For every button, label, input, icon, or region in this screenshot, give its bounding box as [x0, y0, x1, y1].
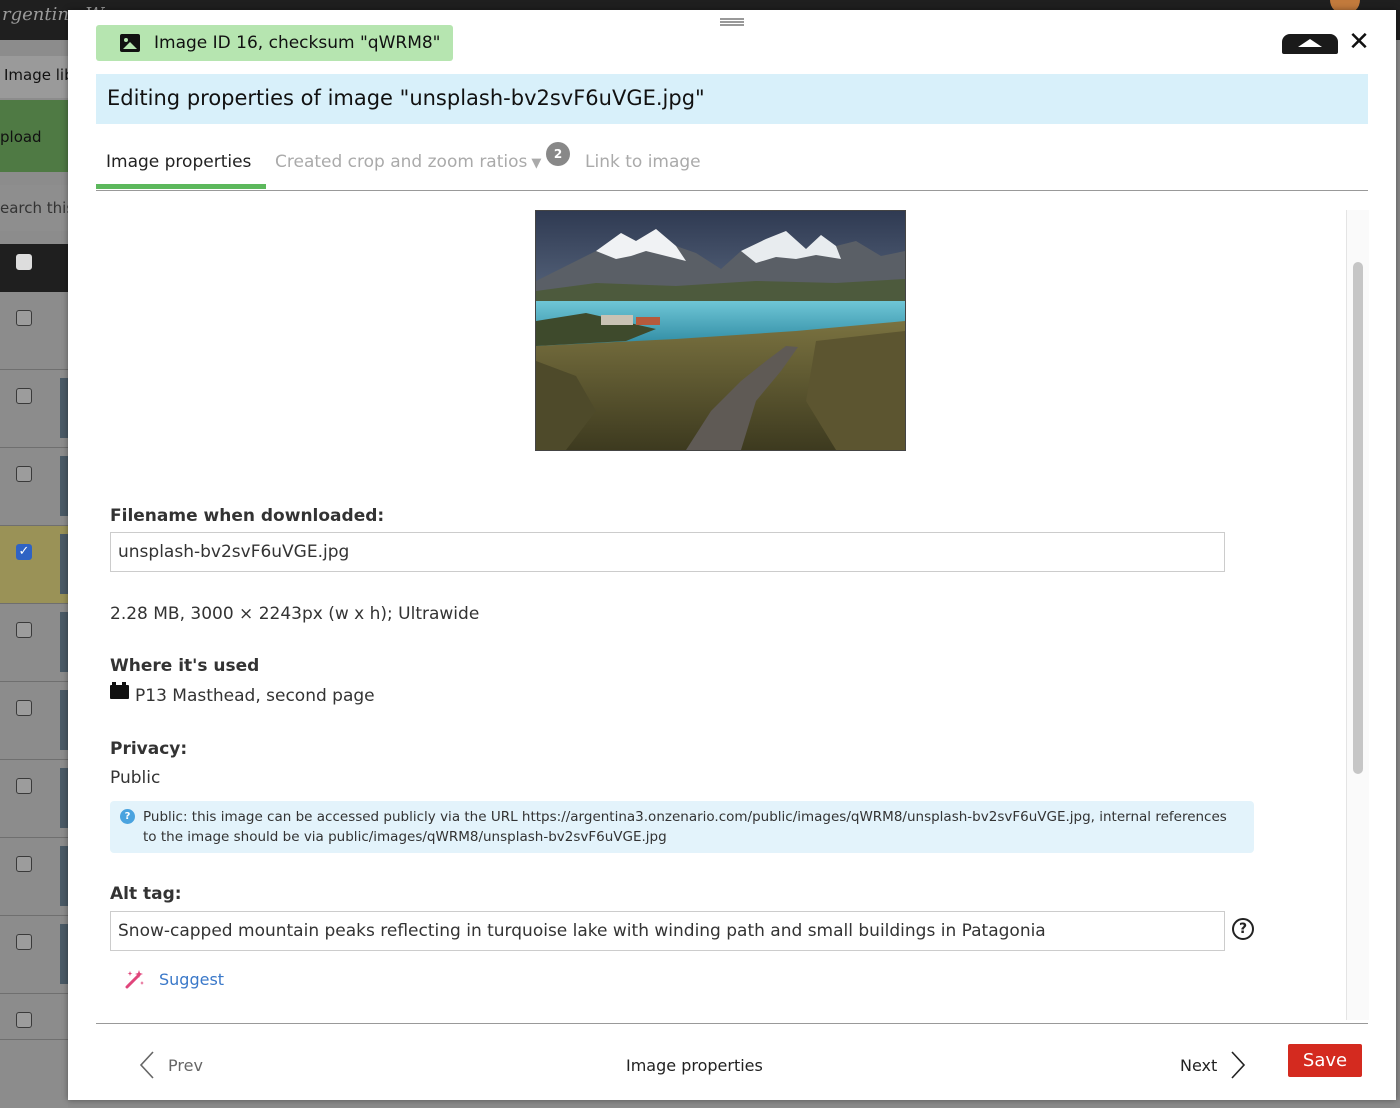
background-library-tab[interactable]: Image lib [0, 56, 68, 98]
privacy-label: Privacy: [110, 739, 188, 759]
film-icon [110, 682, 129, 699]
close-icon[interactable]: ✕ [1348, 28, 1370, 56]
privacy-value: Public [110, 768, 161, 788]
select-all-checkbox[interactable] [16, 254, 32, 270]
table-row[interactable] [0, 448, 68, 526]
caret-down-icon: ▼ [531, 156, 542, 171]
active-tab-indicator [96, 184, 266, 189]
usage-label: Where it's used [110, 656, 260, 676]
row-thumbnail [60, 846, 68, 906]
alt-tag-label: Alt tag: [110, 884, 182, 904]
tab-image-properties[interactable]: Image properties [106, 152, 251, 172]
row-checkbox[interactable] [16, 934, 32, 950]
background-table-header [0, 244, 68, 292]
table-row[interactable] [0, 292, 68, 370]
row-thumbnail [60, 612, 68, 672]
table-row[interactable] [0, 994, 68, 1040]
collapse-dialog-button[interactable] [1282, 34, 1338, 54]
dialog-footer: Prev Image properties Next Save [96, 1023, 1368, 1101]
crop-count-badge: 2 [546, 142, 570, 166]
tab-crop-label: Created crop and zoom ratios [275, 152, 528, 172]
drag-handle-icon[interactable] [720, 18, 744, 26]
row-thumbnail [60, 456, 68, 516]
image-id-text: Image ID 16, checksum "qWRM8" [154, 33, 441, 53]
footer-title: Image properties [626, 1056, 763, 1075]
next-button[interactable]: Next [1180, 1050, 1247, 1080]
table-row[interactable] [0, 838, 68, 916]
alt-tag-field[interactable]: Snow-capped mountain peaks reflecting in… [110, 911, 1225, 951]
help-icon[interactable]: ? [1232, 918, 1254, 940]
row-thumbnail [60, 534, 68, 594]
row-checkbox-checked[interactable]: ✓ [16, 544, 32, 560]
privacy-info-note: ? Public: this image can be accessed pub… [110, 801, 1254, 853]
table-row[interactable] [0, 916, 68, 994]
row-checkbox[interactable] [16, 310, 32, 326]
suggest-button[interactable]: Suggest [124, 968, 224, 990]
usage-item-link[interactable]: P13 Masthead, second page [135, 686, 375, 706]
row-checkbox[interactable] [16, 856, 32, 872]
row-checkbox[interactable] [16, 700, 32, 716]
image-id-badge: Image ID 16, checksum "qWRM8" [96, 25, 453, 61]
table-row[interactable] [0, 760, 68, 838]
prev-label: Prev [168, 1055, 203, 1075]
row-thumbnail [60, 378, 68, 438]
image-icon [120, 34, 140, 52]
image-preview[interactable] [535, 210, 906, 451]
tab-crop-zoom-ratios[interactable]: Created crop and zoom ratios ▼ [275, 152, 541, 172]
filename-label: Filename when downloaded: [110, 506, 385, 526]
suggest-label: Suggest [159, 969, 225, 989]
prev-button[interactable]: Prev [138, 1050, 203, 1080]
background-search-input[interactable]: earch this [0, 185, 68, 231]
row-thumbnail [60, 690, 68, 750]
row-checkbox[interactable] [16, 778, 32, 794]
chevron-right-icon [1231, 1051, 1246, 1079]
tab-link-to-image[interactable]: Link to image [585, 152, 701, 172]
table-row[interactable] [0, 682, 68, 760]
privacy-info-text: Public: this image can be accessed publi… [143, 809, 1227, 845]
background-upload-button[interactable]: pload [0, 100, 68, 172]
table-row[interactable] [0, 604, 68, 682]
question-info-icon: ? [120, 809, 135, 824]
row-checkbox[interactable] [16, 622, 32, 638]
chevron-left-icon [139, 1051, 154, 1079]
row-thumbnail [60, 924, 68, 984]
scrollbar-thumb[interactable] [1353, 262, 1363, 774]
magic-wand-icon [125, 970, 144, 989]
file-info-text: 2.28 MB, 3000 × 2243px (w x h); Ultrawid… [110, 604, 480, 624]
row-checkbox[interactable] [16, 388, 32, 404]
row-checkbox[interactable] [16, 1012, 32, 1028]
tab-bar: Image properties Created crop and zoom r… [96, 138, 1368, 191]
row-checkbox[interactable] [16, 466, 32, 482]
row-thumbnail [60, 768, 68, 828]
dialog-title: Editing properties of image "unsplash-bv… [96, 74, 1368, 124]
properties-panel: Filename when downloaded: unsplash-bv2sv… [96, 210, 1346, 1020]
image-properties-dialog: Image ID 16, checksum "qWRM8" ✕ Editing … [68, 10, 1396, 1100]
table-row-selected[interactable]: ✓ [0, 526, 68, 604]
filename-field[interactable]: unsplash-bv2svF6uVGE.jpg [110, 532, 1225, 572]
mountain-landscape-image [536, 211, 905, 450]
table-row[interactable] [0, 370, 68, 448]
background-right-edge [1396, 40, 1400, 1108]
content-scrollbar[interactable] [1346, 210, 1369, 1020]
next-label: Next [1180, 1055, 1218, 1075]
save-button[interactable]: Save [1288, 1044, 1362, 1077]
